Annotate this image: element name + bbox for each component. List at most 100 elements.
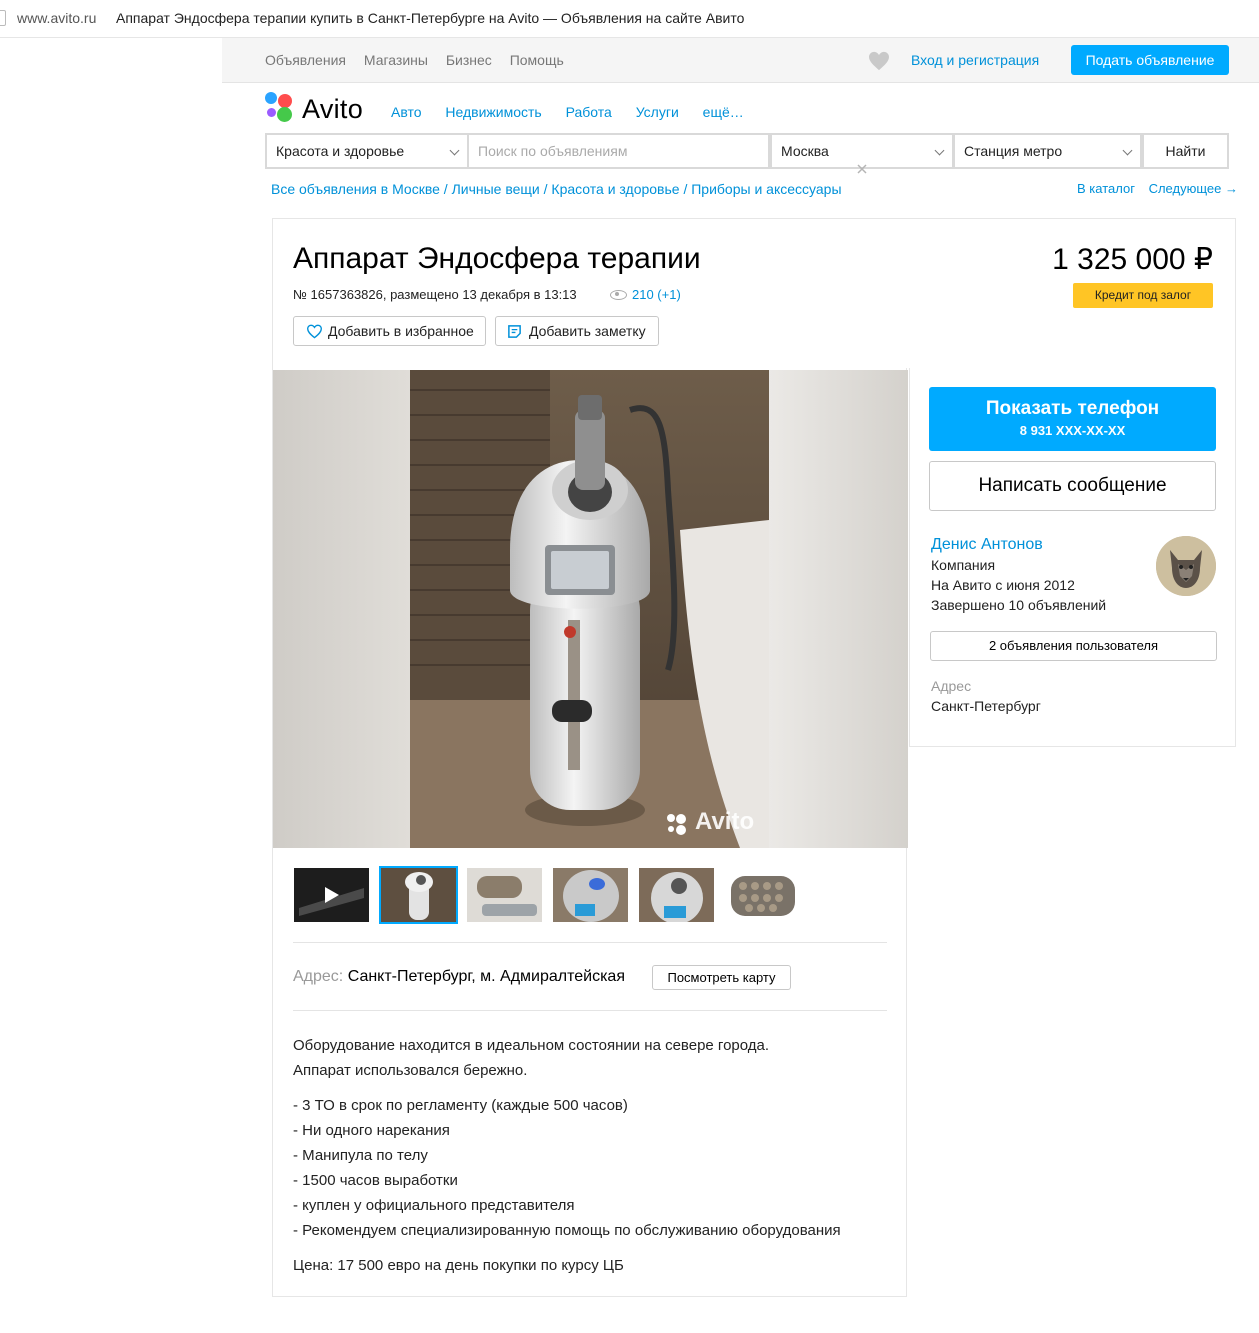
description-line: Аппарат использовался бережно. — [293, 1062, 528, 1079]
thumbnail-photo[interactable] — [379, 866, 458, 924]
wolf-avatar-icon — [1156, 536, 1216, 596]
chevron-down-icon — [1122, 145, 1133, 156]
category-more[interactable]: ещё… — [703, 104, 744, 120]
seller-completed: Завершено 10 объявлений — [931, 597, 1107, 613]
thumbnail-photo[interactable] — [639, 868, 714, 922]
address-value: Санкт-Петербург, м. Адмиралтейская — [347, 968, 625, 985]
views-count: 210 (+1) — [632, 287, 681, 302]
top-nav-links: Объявления Магазины Бизнес Помощь — [265, 52, 578, 68]
user-ads-button[interactable]: 2 объявления пользователя — [930, 631, 1217, 661]
chevron-down-icon — [934, 145, 945, 156]
description-price-note: Цена: 17 500 евро на день покупки по кур… — [293, 1257, 624, 1274]
category-realty[interactable]: Недвижимость — [445, 104, 541, 120]
item-body: Avito Адрес: Санкт-Петербург, м. Адмирал… — [272, 368, 908, 1297]
search-input[interactable]: Поиск по объявлениям — [469, 135, 768, 167]
item-price: 1 325 000 ₽ — [1052, 243, 1213, 276]
thumbnail-image — [553, 868, 628, 922]
nav-link-business[interactable]: Бизнес — [446, 52, 492, 68]
logo-dot-icon — [267, 108, 276, 117]
page-title: Аппарат Эндосфера терапии — [293, 242, 701, 275]
description-bullet: - Рекомендуем специализированную помощь … — [293, 1222, 841, 1239]
city-select[interactable]: Москва — [772, 135, 952, 167]
favorites-heart-icon[interactable] — [867, 51, 891, 71]
seller-sidebar: Показать телефон 8 931 XXX-XX-XX Написат… — [909, 368, 1236, 747]
catalog-navigation: В каталог Следующее → — [1077, 181, 1248, 196]
category-jobs[interactable]: Работа — [566, 104, 612, 120]
description-bullet: - 3 ТО в срок по регламенту (каждые 500 … — [293, 1097, 628, 1114]
description-bullet: - куплен у официального представителя — [293, 1197, 575, 1214]
city-select-value: Москва — [781, 143, 829, 159]
category-services[interactable]: Услуги — [636, 104, 679, 120]
nav-link-shops[interactable]: Магазины — [364, 52, 428, 68]
chevron-down-icon — [449, 145, 460, 156]
thumbnail-image — [639, 868, 714, 922]
views-counter: 210 (+1) — [610, 287, 681, 302]
seller-since: На Авито с июня 2012 — [931, 577, 1075, 593]
seller-name-link[interactable]: Денис Антонов — [931, 536, 1043, 554]
item-header: Аппарат Эндосфера терапии № 1657363826, … — [272, 218, 1236, 368]
thumbnail-photo[interactable] — [467, 868, 542, 922]
device-photo — [410, 370, 769, 848]
eye-icon — [610, 290, 627, 300]
category-auto[interactable]: Авто — [391, 104, 422, 120]
show-phone-button[interactable]: Показать телефон 8 931 XXX-XX-XX — [929, 387, 1216, 451]
item-description: Оборудование находится в идеальном состо… — [293, 1033, 841, 1288]
watermark-logo-icon — [667, 814, 686, 835]
logo-dot-icon — [278, 94, 292, 108]
category-links: Авто Недвижимость Работа Услуги ещё… — [391, 104, 764, 120]
nav-link-help[interactable]: Помощь — [510, 52, 564, 68]
show-phone-label: Показать телефон — [985, 398, 1160, 419]
avatar[interactable] — [1156, 536, 1216, 596]
note-icon — [508, 325, 521, 338]
search-placeholder: Поиск по объявлениям — [478, 143, 628, 159]
watermark-text: Avito — [695, 808, 755, 835]
description-bullet: - Ни одного нарекания — [293, 1122, 450, 1139]
item-meta: № 1657363826, размещено 13 декабря в 13:… — [293, 287, 577, 302]
main-photo[interactable]: Avito — [273, 370, 908, 848]
divider — [293, 1010, 887, 1011]
thumbnail-photo[interactable] — [553, 868, 628, 922]
sidebar-address-label: Адрес — [931, 678, 972, 694]
credit-badge[interactable]: Кредит под залог — [1073, 283, 1213, 308]
metro-select-value: Станция метро — [964, 143, 1063, 159]
logo-dot-icon — [277, 107, 292, 122]
heart-icon — [306, 324, 323, 339]
add-favorite-button[interactable]: Добавить в избранное — [293, 316, 486, 346]
category-select[interactable]: Красота и здоровье — [267, 135, 467, 167]
description-bullet: - Манипула по телу — [293, 1147, 428, 1164]
thumbnail-image — [725, 868, 800, 922]
description-bullet: - 1500 часов выработки — [293, 1172, 458, 1189]
thumbnail-photo[interactable] — [725, 868, 800, 922]
thumbnail-image — [381, 868, 456, 922]
logo-wordmark: Avito — [302, 94, 364, 124]
search-button[interactable]: Найти — [1144, 135, 1227, 167]
description-line: Оборудование находится в идеальном состо… — [293, 1037, 770, 1054]
search-bar: Красота и здоровье Поиск по объявлениям … — [265, 133, 1229, 169]
thumbnail-video[interactable] — [294, 868, 369, 922]
breadcrumb[interactable]: Все объявления в Москве / Личные вещи / … — [271, 181, 842, 197]
next-item-link[interactable]: Следующее → — [1149, 181, 1238, 196]
phone-mask: 8 931 XXX-XX-XX — [1019, 423, 1126, 438]
category-select-value: Красота и здоровье — [276, 143, 405, 159]
post-ad-button[interactable]: Подать объявление — [1071, 45, 1229, 75]
browser-page-title: Аппарат Эндосфера терапии купить в Санкт… — [116, 10, 745, 26]
add-favorite-label: Добавить в избранное — [328, 323, 474, 339]
add-note-button[interactable]: Добавить заметку — [495, 316, 659, 346]
metro-select[interactable]: Станция метро — [955, 135, 1140, 167]
write-message-button[interactable]: Написать сообщение — [929, 461, 1216, 511]
item-address: Адрес: Санкт-Петербург, м. Адмиралтейска… — [293, 968, 625, 986]
photo-blur-left — [273, 370, 410, 848]
nav-link-ads[interactable]: Объявления — [265, 52, 346, 68]
browser-url[interactable]: www.avito.ru — [17, 10, 96, 26]
divider — [293, 942, 887, 943]
login-link[interactable]: Вход и регистрация — [911, 52, 1039, 68]
seller-type: Компания — [931, 557, 996, 573]
address-label: Адрес: — [293, 968, 344, 985]
to-catalog-link[interactable]: В каталог — [1077, 181, 1135, 196]
top-navigation: Объявления Магазины Бизнес Помощь Вход и… — [222, 38, 1259, 83]
logo-dot-icon — [265, 92, 277, 104]
sidebar-address-value: Санкт-Петербург — [931, 698, 1041, 714]
view-map-button[interactable]: Посмотреть карту — [652, 965, 791, 990]
close-icon[interactable] — [857, 164, 867, 174]
photo-blur-right — [769, 370, 908, 848]
